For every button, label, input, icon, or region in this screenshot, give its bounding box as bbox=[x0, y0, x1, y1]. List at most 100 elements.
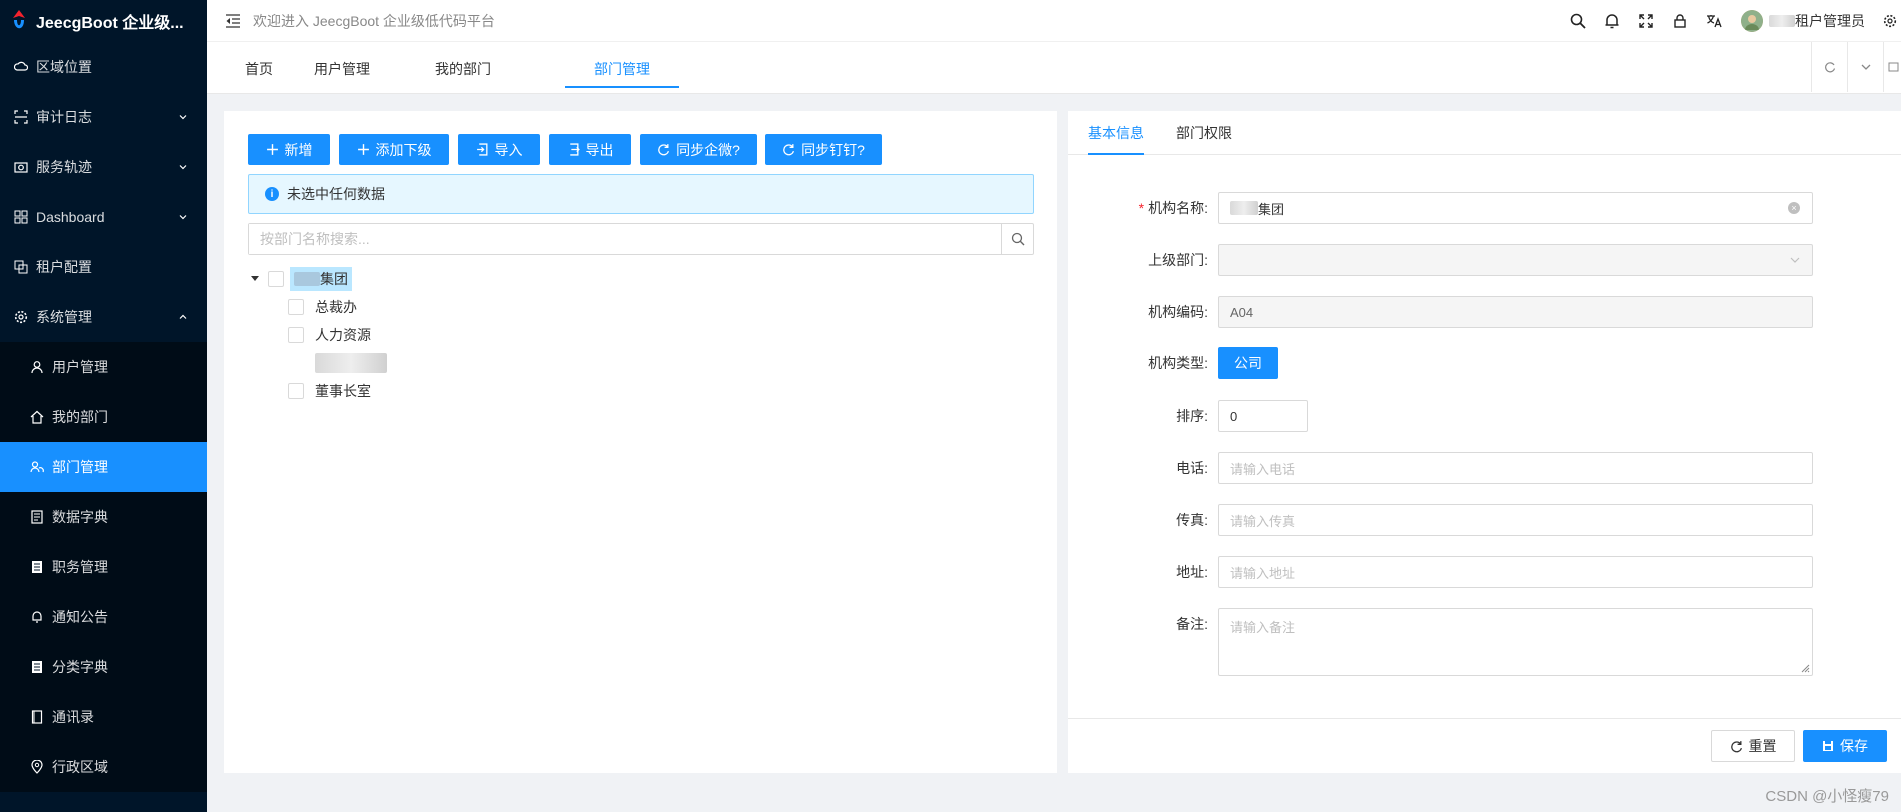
system-submenu: 用户管理 我的部门 部门管理 数据字典 职务管理 通知公告 分类字典 通讯录 行… bbox=[0, 342, 207, 792]
watermark: CSDN @小怪瘦79 bbox=[1765, 788, 1889, 805]
form-row-remark: 备注: 请输入备注 bbox=[1068, 608, 1813, 676]
org-type-company-button[interactable]: 公司 bbox=[1218, 347, 1278, 379]
caret-down-icon[interactable] bbox=[248, 276, 262, 282]
form-row-name: * 机构名称: 集团 × bbox=[1068, 192, 1813, 224]
avatar[interactable] bbox=[1741, 10, 1763, 32]
tree-node[interactable]: 总裁办 bbox=[288, 295, 357, 319]
sidebar-item-category-dictionary[interactable]: 分类字典 bbox=[0, 642, 207, 692]
redacted-text bbox=[315, 353, 387, 373]
chevron-down-icon bbox=[179, 115, 187, 120]
location-icon bbox=[30, 760, 44, 774]
redacted-text bbox=[1230, 201, 1258, 215]
order-input[interactable]: 0 bbox=[1218, 400, 1308, 432]
chevron-down-icon bbox=[1790, 257, 1800, 263]
user-icon bbox=[30, 360, 44, 374]
export-button[interactable]: 导出 bbox=[549, 134, 631, 165]
sidebar-item-service-trace[interactable]: 服务轨迹 bbox=[0, 142, 207, 192]
tree-checkbox[interactable] bbox=[288, 327, 304, 343]
welcome-text: 欢迎进入 JeecgBoot 企业级低代码平台 bbox=[253, 12, 495, 29]
redacted-text bbox=[294, 272, 320, 286]
refresh-icon[interactable] bbox=[1811, 42, 1847, 92]
sidebar-item-user-management[interactable]: 用户管理 bbox=[0, 342, 207, 392]
sidebar-item-dashboard[interactable]: Dashboard bbox=[0, 192, 207, 242]
resize-handle-icon[interactable] bbox=[1800, 663, 1810, 673]
label-address: 地址: bbox=[1176, 564, 1208, 580]
info-icon: i bbox=[265, 187, 279, 201]
search-icon[interactable] bbox=[1561, 0, 1595, 42]
import-button[interactable]: 导入 bbox=[458, 134, 540, 165]
menu-fold-icon[interactable] bbox=[225, 13, 241, 28]
tree-node[interactable]: 董事长室 bbox=[288, 379, 371, 403]
user-role[interactable]: 租户管理员 bbox=[1795, 11, 1865, 31]
tree-checkbox[interactable] bbox=[288, 299, 304, 315]
code-input[interactable]: A04 bbox=[1218, 296, 1813, 328]
label-parent: 上级部门: bbox=[1148, 252, 1208, 268]
fullscreen-icon[interactable] bbox=[1629, 0, 1663, 42]
tab-basic-info[interactable]: 基本信息 bbox=[1088, 111, 1144, 155]
app-logo[interactable]: JeecgBoot 企业级... bbox=[0, 0, 207, 42]
sidebar-item-system[interactable]: 系统管理 bbox=[0, 292, 207, 342]
tree-checkbox[interactable] bbox=[268, 271, 284, 287]
plus-icon bbox=[357, 144, 369, 155]
sidebar-item-contacts[interactable]: 通讯录 bbox=[0, 692, 207, 742]
logo-icon bbox=[13, 10, 25, 29]
parent-select[interactable] bbox=[1218, 244, 1813, 276]
search-icon bbox=[1011, 232, 1024, 246]
search-input[interactable] bbox=[249, 224, 1001, 254]
tree-node-root[interactable]: 集团 bbox=[248, 267, 352, 291]
form-row-type: 机构类型: 公司 bbox=[1068, 347, 1278, 379]
clear-icon[interactable]: × bbox=[1788, 202, 1800, 214]
sidebar-item-audit-log[interactable]: 审计日志 bbox=[0, 92, 207, 142]
phone-input[interactable]: 请输入电话 bbox=[1218, 452, 1813, 484]
tab-my-department[interactable]: 我的部门 bbox=[427, 42, 499, 88]
settings-icon[interactable] bbox=[1879, 0, 1901, 42]
department-tree-panel: 新增 添加下级 导入 导出 同步企微? 同步钉钉? i 未选中任何数据 集团 bbox=[224, 111, 1057, 773]
sidebar-item-data-dictionary[interactable]: 数据字典 bbox=[0, 492, 207, 542]
sync-wecom-button[interactable]: 同步企微? bbox=[640, 134, 757, 165]
save-icon bbox=[1823, 741, 1833, 751]
list-icon bbox=[30, 660, 44, 674]
tab-user-management[interactable]: 用户管理 bbox=[307, 42, 377, 88]
tab-department-management[interactable]: 部门管理 bbox=[565, 42, 679, 88]
sidebar-item-tenant-config[interactable]: 租户配置 bbox=[0, 242, 207, 292]
table-icon bbox=[30, 560, 44, 574]
label-type: 机构类型: bbox=[1148, 355, 1208, 371]
chevron-down-icon bbox=[179, 165, 187, 170]
sidebar-item-notice[interactable]: 通知公告 bbox=[0, 592, 207, 642]
multi-tabs: 首页 用户管理 我的部门 部门管理 bbox=[207, 42, 1901, 94]
sidebar-item-department-management[interactable]: 部门管理 bbox=[0, 442, 207, 492]
chevron-down-icon[interactable] bbox=[1847, 42, 1883, 92]
bell-icon[interactable] bbox=[1595, 0, 1629, 42]
translate-icon[interactable] bbox=[1697, 0, 1731, 42]
form-row-order: 排序: 0 bbox=[1068, 400, 1308, 432]
copy-icon bbox=[14, 260, 28, 274]
bell-icon bbox=[30, 610, 44, 624]
add-child-button[interactable]: 添加下级 bbox=[339, 134, 449, 165]
add-button[interactable]: 新增 bbox=[248, 134, 330, 165]
sidebar-item-administrative-region[interactable]: 行政区域 bbox=[0, 742, 207, 792]
sidebar-item-my-department[interactable]: 我的部门 bbox=[0, 392, 207, 442]
fax-input[interactable]: 请输入传真 bbox=[1218, 504, 1813, 536]
remark-textarea[interactable]: 请输入备注 bbox=[1218, 608, 1813, 676]
sidebar-item-area[interactable]: 区域位置 bbox=[0, 42, 207, 92]
label-fax: 传真: bbox=[1176, 512, 1208, 528]
search-button[interactable] bbox=[1001, 224, 1033, 254]
address-input[interactable]: 请输入地址 bbox=[1218, 556, 1813, 588]
form-row-code: 机构编码: A04 bbox=[1068, 296, 1813, 328]
tree-node[interactable]: 人力资源 bbox=[288, 323, 371, 347]
tree-node[interactable] bbox=[288, 351, 387, 375]
expand-icon[interactable] bbox=[1883, 42, 1901, 92]
tab-department-permissions[interactable]: 部门权限 bbox=[1176, 111, 1234, 155]
tab-home[interactable]: 首页 bbox=[237, 42, 281, 88]
name-input[interactable]: 集团 × bbox=[1218, 192, 1813, 224]
reset-button[interactable]: 重置 bbox=[1711, 730, 1795, 762]
save-button[interactable]: 保存 bbox=[1803, 730, 1887, 762]
sync-dingtalk-button[interactable]: 同步钉钉? bbox=[765, 134, 882, 165]
department-search bbox=[248, 223, 1034, 255]
sidebar-item-position-management[interactable]: 职务管理 bbox=[0, 542, 207, 592]
tree-node-label[interactable]: 集团 bbox=[290, 267, 352, 291]
required-mark: * bbox=[1138, 200, 1145, 216]
form-row-fax: 传真: 请输入传真 bbox=[1068, 504, 1813, 536]
tree-checkbox[interactable] bbox=[288, 383, 304, 399]
lock-icon[interactable] bbox=[1663, 0, 1697, 42]
